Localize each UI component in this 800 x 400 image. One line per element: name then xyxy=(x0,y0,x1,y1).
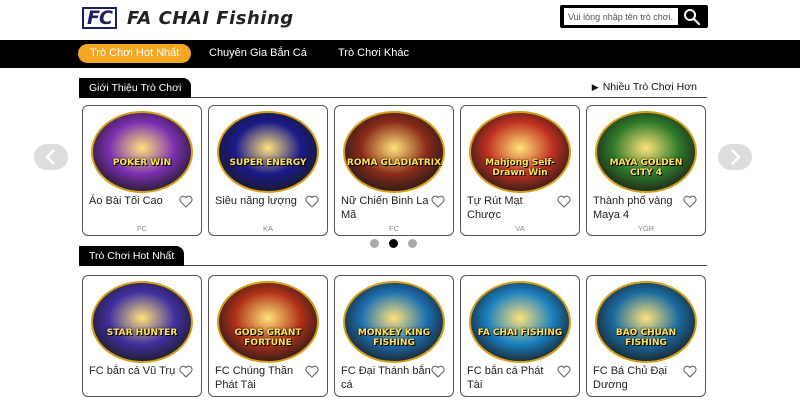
chevron-left-icon xyxy=(45,149,55,165)
game-art-title: BAO CHUAN FISHING xyxy=(615,328,677,348)
carousel-prev-button[interactable] xyxy=(34,144,68,170)
game-thumbnail[interactable]: FA CHAI FISHING xyxy=(467,280,573,364)
game-name: Thành phố vàng Maya 4 xyxy=(593,195,673,221)
game-card[interactable]: ROMA GLADIATRIX Nữ Chiến Binh La Mã FC xyxy=(334,105,454,236)
carousel-next-button[interactable] xyxy=(718,144,752,170)
game-provider: KA xyxy=(262,224,273,233)
chevron-right-icon xyxy=(731,149,741,165)
heart-icon[interactable] xyxy=(431,195,445,208)
nav-item-fishing-experts[interactable]: Chuyên Gia Bắn Cá xyxy=(209,44,307,63)
section-title: Giới Thiệu Trò Chơi xyxy=(79,78,192,98)
main-nav: Trò Chơi Hot Nhất Chuyên Gia Bắn Cá Trò … xyxy=(0,40,800,68)
logo-mark: FC xyxy=(82,7,117,29)
game-card[interactable]: MAYA GOLDEN CITY 4 Thành phố vàng Maya 4 Y… xyxy=(586,105,706,236)
game-card[interactable]: SUPER ENERGY Siêu năng lượng KA xyxy=(208,105,328,236)
nav-item-other-games[interactable]: Trò Chơi Khác xyxy=(338,44,409,63)
heart-icon[interactable] xyxy=(557,365,571,378)
more-games-label: Nhiều Trò Chơi Hơn xyxy=(602,81,697,93)
game-thumbnail[interactable]: MAYA GOLDEN CITY 4 xyxy=(593,110,699,194)
game-name: FC Chúng Thần Phát Tài xyxy=(215,365,294,391)
heart-icon[interactable] xyxy=(683,195,697,208)
game-art-title: STAR HUNTER xyxy=(106,328,178,338)
section-header-hot: Trò Chơi Hot Nhất xyxy=(79,246,707,266)
heart-icon[interactable] xyxy=(557,195,571,208)
game-art-title: GODS GRANT FORTUNE xyxy=(234,328,302,348)
section-header-intro: Giới Thiệu Trò Chơi ▶ Nhiều Trò Chơi Hơn xyxy=(79,78,707,98)
game-card[interactable]: STAR HUNTER FC bắn cá Vũ Trụ xyxy=(82,275,202,397)
game-thumbnail[interactable]: GODS GRANT FORTUNE xyxy=(215,280,321,364)
search-icon[interactable] xyxy=(682,7,702,26)
nav-item-hot-games[interactable]: Trò Chơi Hot Nhất xyxy=(78,44,192,63)
game-thumbnail[interactable]: Mahjong Self-Drawn Win xyxy=(467,110,573,194)
heart-icon[interactable] xyxy=(305,195,319,208)
game-thumbnail[interactable]: ROMA GLADIATRIX xyxy=(341,110,447,194)
game-name: Nữ Chiến Binh La Mã xyxy=(341,195,429,221)
game-name: FC Bá Chủ Đại Dương xyxy=(593,365,667,391)
game-art-title: SUPER ENERGY xyxy=(229,158,307,168)
game-card[interactable]: BAO CHUAN FISHING FC Bá Chủ Đại Dương xyxy=(586,275,706,397)
heart-icon[interactable] xyxy=(179,195,193,208)
section-title: Trò Chơi Hot Nhất xyxy=(79,246,185,266)
game-thumbnail[interactable]: BAO CHUAN FISHING xyxy=(593,280,699,364)
site-header: FC FA CHAI Fishing xyxy=(0,0,800,40)
search-input[interactable] xyxy=(564,8,678,25)
game-art-title: POKER WIN xyxy=(112,158,172,168)
game-name: Siêu năng lượng xyxy=(215,195,297,207)
game-name: Tự Rút Mạt Chược xyxy=(467,195,523,221)
game-card[interactable]: Mahjong Self-Drawn Win Tự Rút Mạt Chược VA xyxy=(460,105,580,236)
site-logo[interactable]: FC FA CHAI Fishing xyxy=(82,6,294,30)
heart-icon[interactable] xyxy=(431,365,445,378)
game-name: FC bắn cá Vũ Trụ xyxy=(89,365,176,377)
game-card[interactable]: POKER WIN Áo Bài Tối Cao FC xyxy=(82,105,202,236)
game-name: Áo Bài Tối Cao xyxy=(89,195,163,207)
game-art-title: MONKEY KING FISHING xyxy=(357,328,431,348)
game-provider: FC xyxy=(389,224,399,233)
game-card[interactable]: GODS GRANT FORTUNE FC Chúng Thần Phát Tài xyxy=(208,275,328,397)
game-art-title: FA CHAI FISHING xyxy=(477,328,563,338)
game-thumbnail[interactable]: STAR HUNTER xyxy=(89,280,195,364)
game-art-title: ROMA GLADIATRIX xyxy=(346,158,442,168)
game-provider: FC xyxy=(137,224,147,233)
game-art-title: Mahjong Self-Drawn Win xyxy=(485,158,555,178)
game-card[interactable]: FA CHAI FISHING FC bắn cá Phát Tài xyxy=(460,275,580,397)
game-name: FC Đại Thánh bắn cá xyxy=(341,365,431,391)
game-card[interactable]: MONKEY KING FISHING FC Đại Thánh bắn cá xyxy=(334,275,454,397)
more-games-link[interactable]: ▶ Nhiều Trò Chơi Hơn xyxy=(592,81,697,93)
heart-icon[interactable] xyxy=(179,365,193,378)
logo-text: FA CHAI Fishing xyxy=(126,7,294,29)
game-art-title: MAYA GOLDEN CITY 4 xyxy=(609,158,683,178)
game-name: FC bắn cá Phát Tài xyxy=(467,365,544,391)
heart-icon[interactable] xyxy=(683,365,697,378)
caret-right-icon: ▶ xyxy=(591,82,599,92)
game-provider: YGR xyxy=(637,224,655,233)
game-thumbnail[interactable]: MONKEY KING FISHING xyxy=(341,280,447,364)
search-box xyxy=(560,5,708,28)
heart-icon[interactable] xyxy=(305,365,319,378)
game-provider: VA xyxy=(515,224,525,233)
game-thumbnail[interactable]: SUPER ENERGY xyxy=(215,110,321,194)
game-thumbnail[interactable]: POKER WIN xyxy=(89,110,195,194)
